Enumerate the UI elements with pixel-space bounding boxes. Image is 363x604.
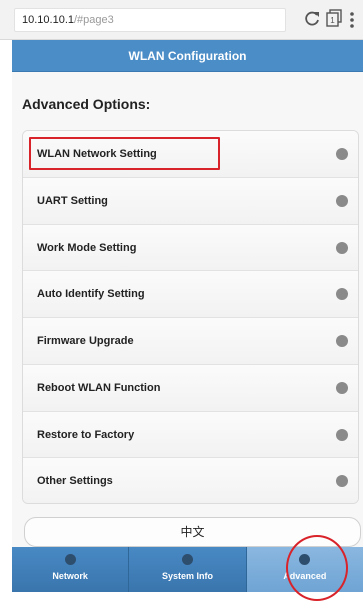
- tabs-icon[interactable]: 1: [326, 9, 342, 27]
- option-wlan-network-setting[interactable]: WLAN Network Setting: [23, 131, 358, 178]
- status-dot-icon: [336, 148, 348, 160]
- status-dot-icon: [336, 381, 348, 394]
- option-uart-setting[interactable]: UART Setting: [23, 177, 358, 225]
- option-firmware-upgrade[interactable]: Firmware Upgrade: [23, 318, 358, 365]
- status-dot-icon: [336, 428, 348, 441]
- nav-dot-icon: [64, 554, 76, 565]
- nav-label: System Info: [161, 571, 213, 581]
- status-dot-icon: [336, 288, 348, 301]
- page-header: WLAN Configuration: [12, 40, 363, 72]
- option-label: Auto Identify Setting: [37, 288, 145, 301]
- option-other-settings[interactable]: Other Settings: [23, 458, 358, 503]
- svg-text:1: 1: [330, 16, 335, 25]
- option-auto-identify-setting[interactable]: Auto Identify Setting: [23, 271, 358, 318]
- option-reboot-wlan-function[interactable]: Reboot WLAN Function: [23, 364, 358, 412]
- option-label: UART Setting: [37, 194, 108, 207]
- reload-icon[interactable]: [303, 10, 321, 28]
- url-path: /#page3: [74, 14, 114, 26]
- option-label: Reboot WLAN Function: [37, 381, 161, 394]
- url-host: 10.10.10.1: [22, 14, 74, 26]
- browser-toolbar: 10.10.10.1/#page3 1: [0, 0, 363, 40]
- status-dot-icon: [336, 475, 348, 488]
- highlight-annotation: [29, 137, 220, 170]
- advanced-options-list: WLAN Network Setting UART Setting Work M…: [22, 130, 359, 504]
- option-work-mode-setting[interactable]: Work Mode Setting: [23, 224, 358, 272]
- circle-annotation: [286, 535, 348, 601]
- option-label: Work Mode Setting: [37, 241, 137, 254]
- nav-dot-icon: [181, 554, 193, 565]
- page-title: WLAN Configuration: [128, 49, 247, 63]
- status-dot-icon: [336, 194, 348, 207]
- main-content: Advanced Options: WLAN Network Setting U…: [12, 72, 363, 547]
- nav-network[interactable]: Network: [12, 547, 130, 592]
- option-label: Restore to Factory: [37, 428, 135, 441]
- menu-icon[interactable]: [349, 11, 355, 29]
- status-dot-icon: [336, 335, 348, 347]
- nav-label: Network: [52, 571, 88, 581]
- nav-system-info[interactable]: System Info: [129, 547, 247, 592]
- option-restore-to-factory[interactable]: Restore to Factory: [23, 411, 358, 459]
- status-dot-icon: [336, 241, 348, 254]
- option-label: Firmware Upgrade: [37, 335, 134, 347]
- option-label: Other Settings: [37, 475, 113, 488]
- section-title: Advanced Options:: [22, 96, 151, 112]
- address-bar[interactable]: 10.10.10.1/#page3: [14, 8, 286, 32]
